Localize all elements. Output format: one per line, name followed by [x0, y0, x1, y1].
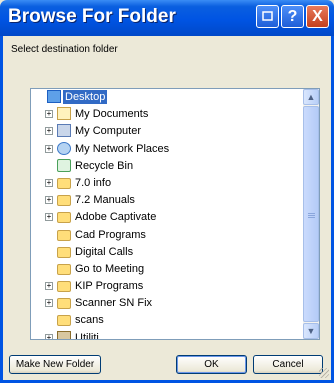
tree-item[interactable]: + KIP Programs — [31, 278, 304, 295]
window-icon-button[interactable] — [256, 5, 279, 28]
thumb-grip-line — [308, 213, 315, 214]
cancel-button[interactable]: Cancel — [253, 355, 323, 374]
tree-item[interactable]: +7.0 info — [31, 175, 304, 192]
recycle-bin-icon — [57, 158, 71, 172]
my-documents-icon — [57, 107, 71, 121]
expand-toggle[interactable]: + — [45, 178, 53, 187]
ok-button[interactable]: OK — [176, 355, 247, 374]
expand-toggle[interactable]: + — [45, 333, 53, 339]
tree-item[interactable]: + My Documents — [31, 106, 304, 123]
tree-item-label: My Documents — [75, 108, 149, 121]
tree-item[interactable]: Recycle Bin — [31, 158, 304, 175]
folder-icon — [57, 212, 71, 224]
tree-item-label: Go to Meeting — [75, 262, 145, 275]
tree-item-label: Recycle Bin — [75, 159, 134, 172]
tree-item-label: Desktop — [63, 90, 108, 104]
folder-icon — [57, 298, 71, 310]
scroll-thumb[interactable] — [303, 106, 319, 322]
expand-toggle[interactable]: + — [45, 127, 53, 136]
folder-icon — [57, 263, 71, 275]
tree-item[interactable]: Cad Programs — [31, 227, 304, 244]
tree-item[interactable]: + Adobe Captivate — [31, 209, 304, 226]
tree-item[interactable]: + My Computer — [31, 123, 304, 140]
folder-icon — [57, 195, 71, 207]
scroll-down-button[interactable]: ▼ — [303, 323, 319, 339]
resize-grip[interactable] — [319, 368, 329, 378]
restore-icon — [262, 11, 273, 21]
help-button[interactable]: ? — [281, 5, 304, 28]
tree-item[interactable]: + Scanner SN Fix — [31, 295, 304, 312]
tree-item[interactable]: Desktop — [31, 89, 304, 106]
dialog-title: Browse For Folder — [8, 6, 176, 27]
make-new-folder-button[interactable]: Make New Folder — [9, 355, 101, 374]
window-frame-left — [0, 36, 3, 383]
my-computer-icon — [57, 124, 71, 138]
tree-item-label: scans — [75, 314, 104, 327]
tree-item-label: KIP Programs — [75, 280, 144, 293]
vertical-scrollbar[interactable]: ▲ ▼ — [303, 89, 319, 339]
tree-item[interactable]: Go to Meeting — [31, 261, 304, 278]
utility-folder-icon — [57, 330, 71, 339]
tree-item-label: Scanner SN Fix — [75, 297, 153, 310]
scroll-up-button[interactable]: ▲ — [303, 89, 319, 105]
tree-item-label: Adobe Captivate — [75, 211, 157, 224]
tree-item-label: My Computer — [75, 125, 142, 138]
folder-icon — [57, 246, 71, 258]
tree-item[interactable]: + My Network Places — [31, 141, 304, 158]
expand-toggle[interactable]: + — [45, 213, 53, 222]
tree-item[interactable]: Digital Calls — [31, 244, 304, 261]
tree-item[interactable]: scans — [31, 312, 304, 329]
tree-item-label: My Network Places — [75, 142, 170, 155]
expand-toggle[interactable]: + — [45, 144, 53, 153]
folder-tree[interactable]: Desktop + My Documents + My Computer + My Netw… — [30, 88, 320, 340]
folder-icon — [57, 281, 71, 293]
title-bar[interactable]: Browse For Folder ? X — [0, 0, 334, 36]
expand-toggle[interactable]: + — [45, 110, 53, 119]
folder-icon — [57, 177, 71, 189]
tree-item-label: 7.0 info — [75, 176, 112, 189]
tree-item-label: Utiliti — [75, 331, 99, 340]
folder-tree-list: Desktop + My Documents + My Computer + My Netw… — [31, 89, 304, 340]
network-places-icon — [57, 141, 71, 155]
tree-item-label: Digital Calls — [75, 245, 134, 258]
expand-toggle[interactable]: + — [45, 196, 53, 205]
tree-item-label: Cad Programs — [75, 228, 146, 241]
close-button[interactable]: X — [306, 5, 329, 28]
folder-icon — [57, 229, 71, 241]
thumb-grip-line — [308, 215, 315, 216]
expand-toggle[interactable]: + — [45, 282, 53, 291]
tree-item[interactable]: +7.2 Manuals — [31, 192, 304, 209]
expand-toggle[interactable]: + — [45, 299, 53, 308]
browse-for-folder-dialog: Browse For Folder ? X Select destination… — [0, 0, 334, 383]
thumb-grip-line — [308, 217, 315, 218]
desktop-icon — [47, 90, 61, 103]
folder-icon — [57, 315, 71, 327]
tree-item[interactable]: + Utiliti — [31, 330, 304, 340]
instruction-text: Select destination folder — [11, 44, 118, 55]
tree-item-label: 7.2 Manuals — [75, 194, 135, 207]
